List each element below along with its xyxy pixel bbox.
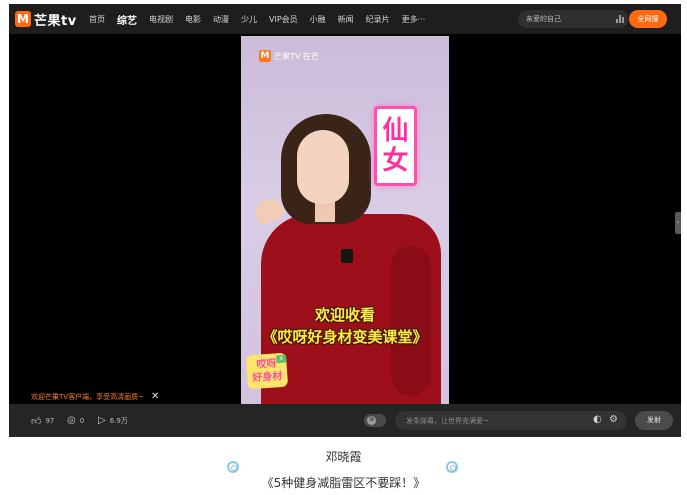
fairy-char-1: 仙 [382,116,409,146]
caption-name: 邓晓霞 [325,450,362,464]
thumbs-up-icon: 👍︎ [31,415,42,427]
video-watermark: M 芒果TV 在芒 [259,49,319,63]
fairy-sign: 仙 女 [374,106,417,186]
nav-item-xiaorong[interactable]: 小融 [310,14,326,25]
danmaku-placeholder: 发条弹幕，让世界充满爱~ [406,417,489,425]
send-danmaku-button[interactable]: 发射 [635,411,673,430]
play-count: ▷ 6.9万 [98,414,128,427]
caption-title: 《5种健身减脂雷区不要踩！》 [261,476,426,490]
person-face [297,130,349,204]
play-icon: ▷ [98,415,106,426]
comment-button[interactable]: ◎ 0 [67,414,84,427]
palette-icon[interactable]: ◐ [593,414,602,425]
search-input[interactable]: 亲爱的自己 [518,10,628,28]
play-count-value: 6.9万 [109,416,128,425]
logo-text: 芒果tv [34,13,77,29]
search-input-value: 亲爱的自己 [526,15,561,23]
danmaku-input[interactable]: 发条弹幕，让世界充满爱~ ◐ ⚙ [395,411,627,430]
notice-text[interactable]: 欢迎芒果TV客户端，享受高清画质~ [31,392,144,402]
settings-icon[interactable]: ⚙ [609,414,618,425]
like-button[interactable]: 👍︎ 97 [31,414,54,427]
app-notice: 欢迎芒果TV客户端，享受高清画质~ ✕ [31,391,159,403]
nav-item-more[interactable]: 更多··· [402,14,426,25]
voice-bars-icon[interactable] [616,15,625,23]
danmaku-toggle-knob: 弹 [367,416,376,425]
main-nav: 首页 综艺 电视剧 电影 动漫 少儿 VIP会员 小融 新闻 纪录片 更多··· [89,4,437,34]
show-logo-badge: 哎呀 好身材 4 [245,352,289,390]
nav-item-anime[interactable]: 动漫 [213,14,229,25]
mango-tv-logo[interactable]: M 芒果tv [15,10,77,29]
like-count: 97 [45,416,55,425]
video-caption-line-1: 欢迎收看 [314,306,375,324]
fairy-char-2: 女 [382,146,409,176]
nav-item-kids[interactable]: 少儿 [241,14,257,25]
nav-item-news[interactable]: 新闻 [338,14,354,25]
logo-mark-icon: M [15,11,31,27]
nav-item-home[interactable]: 首页 [89,14,105,25]
nav-item-documentary[interactable]: 纪录片 [366,14,390,25]
watermark-logo-icon: M [259,50,271,62]
comment-count: 0 [79,416,85,425]
show-logo-line-2: 好身材 [252,370,283,385]
nav-item-variety[interactable]: 综艺 [117,12,137,27]
close-icon[interactable]: ✕ [151,391,159,403]
screenshot: M 芒果tv 首页 综艺 电视剧 电影 动漫 少儿 VIP会员 小融 新闻 纪录… [9,4,681,437]
lapel-mic [341,249,353,263]
video-player[interactable]: M 芒果TV 在芒 仙 女 欢迎收看 《哎呀好身材变美课堂》 哎呀 好身材 4 … [9,34,681,404]
danmaku-toggle[interactable]: 弹 [364,414,386,427]
side-panel-toggle-icon[interactable]: › [675,212,681,234]
video-frame[interactable]: M 芒果TV 在芒 仙 女 欢迎收看 《哎呀好身材变美课堂》 哎呀 好身材 4 [241,36,449,404]
nav-item-movies[interactable]: 电影 [185,14,201,25]
watermark-text: 芒果TV 在芒 [274,51,319,61]
comment-icon: ◎ [67,415,76,426]
control-bar: 👍︎ 97 ◎ 0 ▷ 6.9万 弹 发条弹幕，让世界充满爱~ ◐ ⚙ 发射 [9,404,681,437]
show-logo-tag: 4 [275,354,287,364]
show-logo-line-1: 哎呀 [256,358,277,371]
nav-item-tv-series[interactable]: 电视剧 [149,14,173,25]
video-caption-line-2: 《哎呀好身材变美课堂》 [262,328,428,346]
nav-item-vip[interactable]: VIP会员 [269,14,298,25]
top-nav-bar: M 芒果tv 首页 综艺 电视剧 电影 动漫 少儿 VIP会员 小融 新闻 纪录… [9,4,681,34]
search-button[interactable]: 全网搜 [629,10,667,28]
